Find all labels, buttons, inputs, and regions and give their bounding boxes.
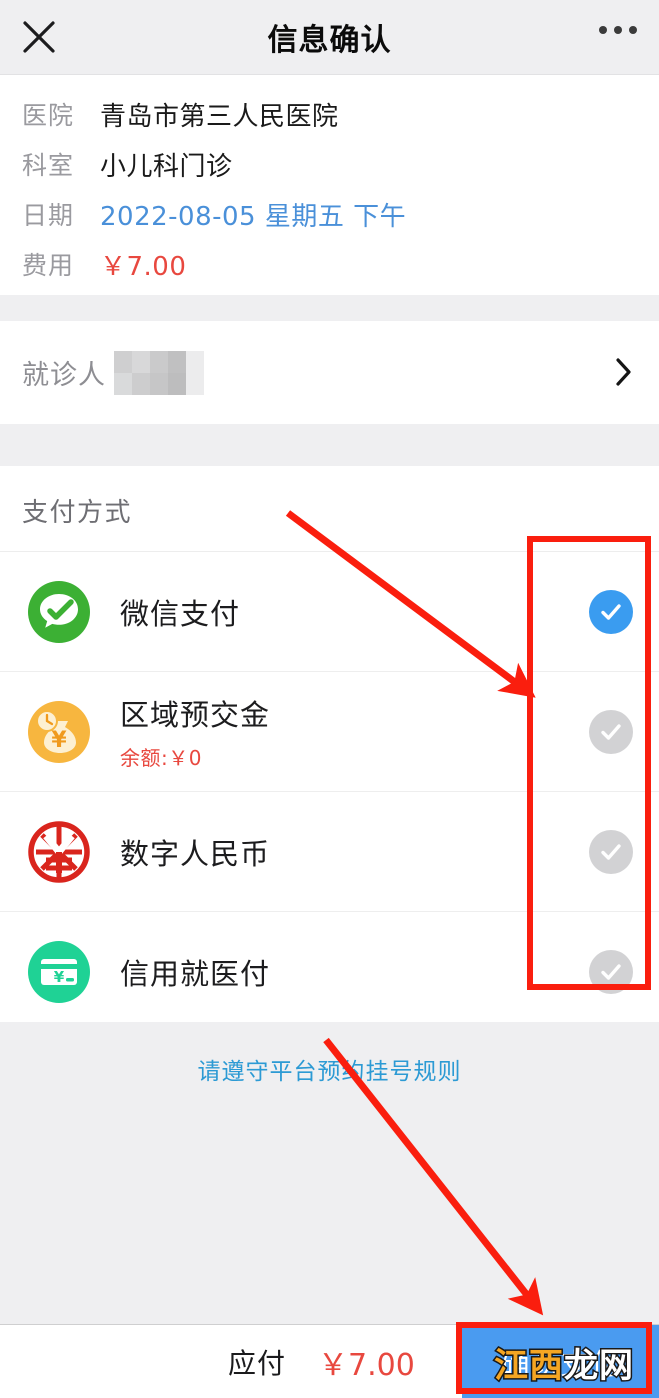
credit-medical-card-icon: ¥ bbox=[26, 939, 92, 1005]
wechat-pay-icon bbox=[26, 579, 92, 645]
check-icon bbox=[601, 724, 621, 740]
check-icon bbox=[601, 604, 621, 620]
payment-methods-list: 微信支付 ¥ 区域预交金 余额:￥0 数字人民币 ¥ 信用就医付 bbox=[0, 551, 659, 1031]
payment-methods-card: 支付方式 微信支付 ¥ 区域预交金 余额:￥0 数字人民币 ¥ 信用就医付 bbox=[0, 466, 659, 1022]
more-options-icon[interactable] bbox=[599, 26, 637, 34]
bottom-action-bar: 应付 ￥7.00 确认支付 bbox=[0, 1324, 659, 1398]
payment-radio-credit-medical[interactable] bbox=[589, 950, 633, 994]
info-row-fee: 费用 ￥7.00 bbox=[0, 239, 659, 289]
info-value-date: 2022-08-05 星期五 下午 bbox=[100, 201, 407, 232]
prepaid-balance-icon: ¥ bbox=[26, 699, 92, 765]
info-value-fee: ￥7.00 bbox=[100, 251, 187, 282]
payment-method-texts: 区域预交金 余额:￥0 bbox=[120, 692, 270, 771]
info-label-fee: 费用 bbox=[22, 251, 75, 280]
appointment-info-card: 医院 青岛市第三人民医院 科室 小儿科门诊 日期 2022-08-05 星期五 … bbox=[0, 75, 659, 295]
chevron-right-icon bbox=[615, 357, 633, 387]
payment-method-texts: 信用就医付 bbox=[120, 951, 270, 993]
page-title: 信息确认 bbox=[267, 23, 392, 58]
payment-radio-digital-rmb[interactable] bbox=[589, 830, 633, 874]
digital-rmb-icon bbox=[26, 819, 92, 885]
payment-radio-wechat[interactable] bbox=[589, 590, 633, 634]
info-label-department: 科室 bbox=[22, 151, 75, 180]
payment-confirmation-screen: 信息确认 医院 青岛市第三人民医院 科室 小儿科门诊 日期 2022-08-05… bbox=[0, 0, 659, 1398]
info-value-hospital: 青岛市第三人民医院 bbox=[100, 101, 339, 132]
section-divider-2 bbox=[0, 424, 659, 466]
info-label-date: 日期 bbox=[22, 201, 75, 230]
confirm-payment-button[interactable]: 确认支付 bbox=[462, 1325, 659, 1398]
payment-method-credit-medical[interactable]: ¥ 信用就医付 bbox=[0, 911, 659, 1031]
payment-method-balance: 余额:￥0 bbox=[120, 746, 202, 770]
payment-method-wechat[interactable]: 微信支付 bbox=[0, 551, 659, 671]
patient-label: 就诊人 bbox=[22, 360, 106, 391]
info-row-date: 日期 2022-08-05 星期五 下午 bbox=[0, 189, 659, 239]
platform-rules-link[interactable]: 请遵守平台预约挂号规则 bbox=[0, 1052, 659, 1086]
payment-method-texts: 微信支付 bbox=[120, 591, 240, 633]
payment-method-name: 数字人民币 bbox=[120, 836, 271, 871]
payment-section-title: 支付方式 bbox=[22, 498, 133, 528]
info-label-hospital: 医院 bbox=[22, 101, 75, 130]
payment-method-name: 微信支付 bbox=[120, 596, 241, 631]
payment-method-texts: 数字人民币 bbox=[120, 831, 270, 873]
payment-method-name: 信用就医付 bbox=[120, 956, 271, 991]
svg-text:¥: ¥ bbox=[54, 968, 65, 986]
payment-method-prepaid[interactable]: ¥ 区域预交金 余额:￥0 bbox=[0, 671, 659, 791]
check-icon bbox=[601, 844, 621, 860]
close-icon[interactable] bbox=[20, 18, 58, 56]
info-value-department: 小儿科门诊 bbox=[100, 151, 233, 182]
payment-method-digital-rmb[interactable]: 数字人民币 bbox=[0, 791, 659, 911]
payment-method-name: 区域预交金 bbox=[120, 698, 271, 732]
svg-text:¥: ¥ bbox=[51, 728, 67, 753]
payment-radio-prepaid[interactable] bbox=[589, 710, 633, 754]
info-row-department: 科室 小儿科门诊 bbox=[0, 139, 659, 189]
app-header: 信息确认 bbox=[0, 0, 659, 75]
check-icon bbox=[601, 964, 621, 980]
patient-selector-row[interactable]: 就诊人 bbox=[0, 321, 659, 424]
patient-name-redacted bbox=[114, 350, 204, 395]
info-row-hospital: 医院 青岛市第三人民医院 bbox=[0, 89, 659, 139]
total-label: 应付 bbox=[228, 1346, 287, 1380]
section-divider-1 bbox=[0, 295, 659, 321]
total-amount: ￥7.00 bbox=[318, 1347, 415, 1383]
